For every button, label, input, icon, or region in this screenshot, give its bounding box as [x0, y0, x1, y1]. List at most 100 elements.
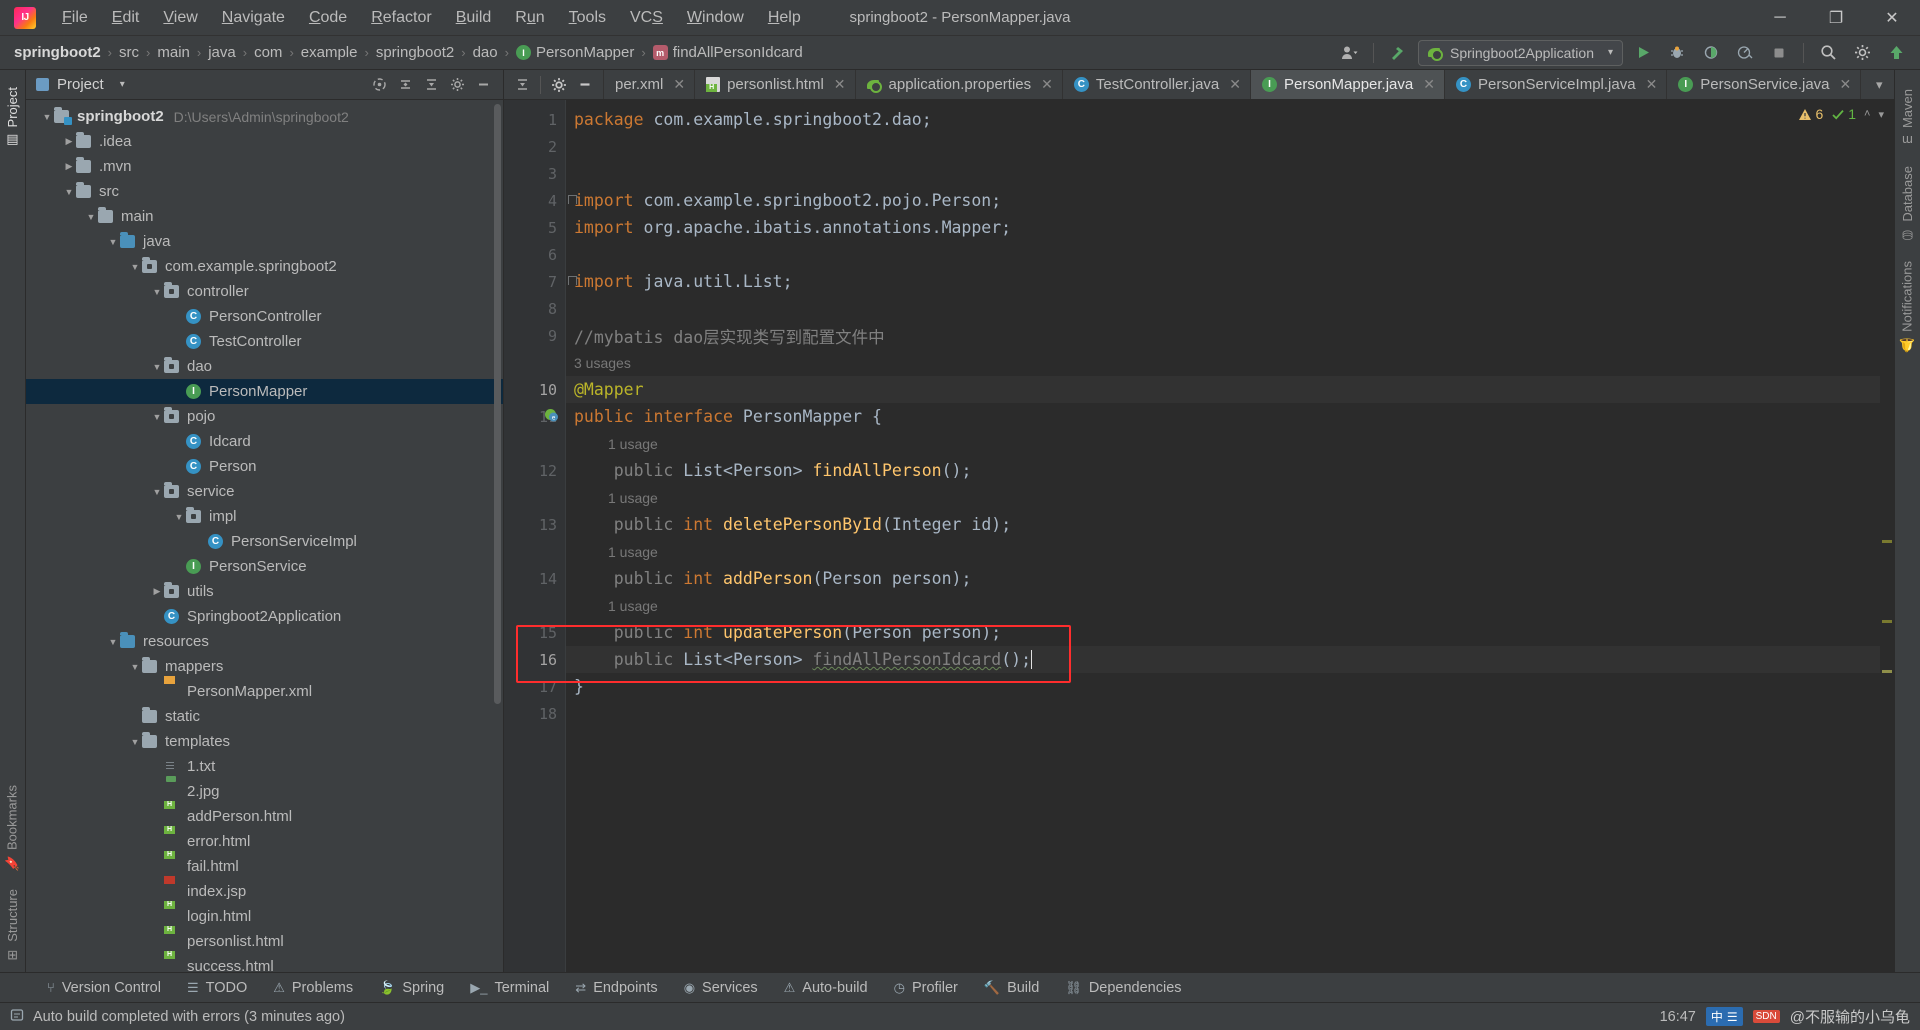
- hide-panel-icon[interactable]: [573, 74, 597, 96]
- fold-region-icon[interactable]: [568, 195, 577, 204]
- menu-item-build[interactable]: Build: [444, 5, 504, 31]
- editor-tab-personmapper-java[interactable]: I PersonMapper.java ✕: [1251, 70, 1445, 99]
- menu-item-window[interactable]: Window: [675, 5, 756, 31]
- tree-item-springboot2application[interactable]: C Springboot2Application: [26, 604, 503, 629]
- code-line-7[interactable]: import java.util.List;: [566, 268, 1894, 295]
- code-line-12[interactable]: public List < Person > findAllPerson ();: [566, 457, 1894, 484]
- project-settings-gear-icon[interactable]: [445, 74, 469, 96]
- bottom-tool-profiler[interactable]: ◷ Profiler: [881, 973, 971, 1003]
- close-icon[interactable]: ✕: [1229, 76, 1241, 93]
- tree-item-personmapper[interactable]: I PersonMapper: [26, 379, 503, 404]
- bottom-tool-services[interactable]: ◉ Services: [671, 973, 771, 1003]
- maximize-button[interactable]: ❐: [1808, 0, 1864, 36]
- line-number-gutter[interactable]: 1234567891011e12131415161718: [504, 100, 566, 972]
- tree-item-error-html[interactable]: error.html: [26, 829, 503, 854]
- usage-hint[interactable]: 3 usages: [566, 349, 1894, 376]
- breadcrumb-item-springboot2[interactable]: springboot2: [14, 44, 101, 61]
- code-line-2[interactable]: [566, 133, 1894, 160]
- usage-hint[interactable]: 1 usage: [566, 592, 1894, 619]
- chevron-down-icon[interactable]: ▼: [106, 237, 120, 247]
- editor-tab-application-properties[interactable]: application.properties ✕: [856, 70, 1063, 99]
- tree-item-person[interactable]: C Person: [26, 454, 503, 479]
- tree-item-personservice[interactable]: I PersonService: [26, 554, 503, 579]
- minimize-button[interactable]: ─: [1752, 0, 1808, 36]
- chevron-down-icon[interactable]: ▼: [150, 287, 164, 297]
- menu-item-run[interactable]: Run: [503, 5, 556, 31]
- editor-tab-personserviceimpl-java[interactable]: C PersonServiceImpl.java ✕: [1445, 70, 1668, 99]
- search-magnifier-icon[interactable]: [1814, 40, 1842, 66]
- inspection-widget[interactable]: 6 1 ˄ ▾: [1798, 106, 1884, 122]
- close-icon[interactable]: ✕: [1840, 76, 1852, 93]
- bottom-tool-build[interactable]: 🔨 Build: [971, 973, 1052, 1003]
- code-line-16[interactable]: public List < Person > findAllPersonIdcard(…: [566, 646, 1894, 673]
- tree-item-static[interactable]: static: [26, 704, 503, 729]
- stop-square-icon[interactable]: [1765, 40, 1793, 66]
- tree-item--idea[interactable]: ▶ .idea: [26, 129, 503, 154]
- menu-item-refactor[interactable]: Refactor: [359, 5, 443, 31]
- code-line-4[interactable]: import com.example.springboot2.pojo.Pers…: [566, 187, 1894, 214]
- code-line-11[interactable]: public interface PersonMapper {: [566, 403, 1894, 430]
- settings-gear-icon[interactable]: [1848, 40, 1876, 66]
- run-coverage-icon[interactable]: [1697, 40, 1725, 66]
- hammer-icon[interactable]: [1384, 40, 1412, 66]
- menu-item-edit[interactable]: Edit: [100, 5, 152, 31]
- breadcrumb-item-dao[interactable]: dao: [473, 44, 498, 61]
- tree-item-success-html[interactable]: success.html: [26, 954, 503, 972]
- sidebar-item-bookmarks[interactable]: 🔖 Bookmarks: [1, 776, 23, 880]
- chevron-down-icon[interactable]: ▼: [150, 487, 164, 497]
- chevron-down-icon[interactable]: ▼: [150, 362, 164, 372]
- code-line-1[interactable]: package com.example.springboot2.dao;: [566, 106, 1894, 133]
- code-line-14[interactable]: public int addPerson(Person person);: [566, 565, 1894, 592]
- menu-item-help[interactable]: Help: [756, 5, 813, 31]
- tree-item-dao[interactable]: ▼ dao: [26, 354, 503, 379]
- menu-item-file[interactable]: File: [50, 5, 100, 31]
- tree-item-login-html[interactable]: login.html: [26, 904, 503, 929]
- chevron-down-icon[interactable]: ▼: [62, 187, 76, 197]
- code-line-17[interactable]: }: [566, 673, 1894, 700]
- tree-item-pojo[interactable]: ▼ pojo: [26, 404, 503, 429]
- tree-item-fail-html[interactable]: fail.html: [26, 854, 503, 879]
- breadcrumb-item-example[interactable]: example: [301, 44, 358, 61]
- tree-item-mappers[interactable]: ▼ mappers: [26, 654, 503, 679]
- bottom-tool-problems[interactable]: ⚠ Problems: [260, 973, 366, 1003]
- close-button[interactable]: ✕: [1864, 0, 1920, 36]
- user-account-icon[interactable]: [1335, 40, 1363, 66]
- close-icon[interactable]: ✕: [1423, 76, 1435, 93]
- tree-item-1-txt[interactable]: 1.txt: [26, 754, 503, 779]
- bottom-tool-spring[interactable]: 🍃 Spring: [366, 973, 457, 1003]
- code-line-13[interactable]: public int deletePersonById(Integer id);: [566, 511, 1894, 538]
- tree-item-idcard[interactable]: C Idcard: [26, 429, 503, 454]
- tree-item-com-example-springboot2[interactable]: ▼ com.example.springboot2: [26, 254, 503, 279]
- breadcrumb-item-com[interactable]: com: [254, 44, 282, 61]
- fold-region-icon[interactable]: [568, 276, 577, 285]
- chevron-right-icon[interactable]: ▶: [62, 161, 76, 172]
- tree-item-personmapper-xml[interactable]: PersonMapper.xml: [26, 679, 503, 704]
- menu-item-view[interactable]: View: [151, 5, 209, 31]
- menu-item-navigate[interactable]: Navigate: [210, 5, 297, 31]
- tree-item-testcontroller[interactable]: C TestController: [26, 329, 503, 354]
- sidebar-item-project[interactable]: ▤ Project: [2, 78, 23, 157]
- bottom-tool-todo[interactable]: ☰ TODO: [174, 973, 260, 1003]
- code-line-15[interactable]: public int updatePerson(Person person);: [566, 619, 1894, 646]
- close-icon[interactable]: ✕: [1041, 76, 1053, 93]
- code-line-10[interactable]: @Mapper: [566, 376, 1894, 403]
- breadcrumb-item-findallpersonidcard[interactable]: m findAllPersonIdcard: [652, 44, 803, 61]
- stripe-mark-warning-2[interactable]: [1882, 620, 1892, 623]
- code-line-3[interactable]: [566, 160, 1894, 187]
- warning-triangle-icon[interactable]: 6: [1798, 106, 1823, 122]
- sync-icon[interactable]: [367, 74, 391, 96]
- bottom-tool-terminal[interactable]: ▶_ Terminal: [457, 973, 562, 1003]
- collapse-all-icon[interactable]: [393, 74, 417, 96]
- bottom-tool-version-control[interactable]: ⑂ Version Control: [34, 973, 174, 1003]
- close-icon[interactable]: ✕: [834, 76, 846, 93]
- tree-item-personserviceimpl[interactable]: C PersonServiceImpl: [26, 529, 503, 554]
- sidebar-item-notifications[interactable]: 🔔 Notifications: [1896, 252, 1918, 362]
- chevron-down-icon[interactable]: ▼: [84, 212, 98, 222]
- breadcrumb-item-springboot2[interactable]: springboot2: [376, 44, 454, 61]
- code-content[interactable]: package com.example.springboot2.dao; impo…: [566, 100, 1894, 972]
- breadcrumb-item-java[interactable]: java: [208, 44, 236, 61]
- checkmark-icon[interactable]: 1: [1831, 106, 1856, 122]
- tree-item-utils[interactable]: ▶ utils: [26, 579, 503, 604]
- profiler-icon[interactable]: [1731, 40, 1759, 66]
- project-panel-title[interactable]: Project ▾: [36, 76, 125, 93]
